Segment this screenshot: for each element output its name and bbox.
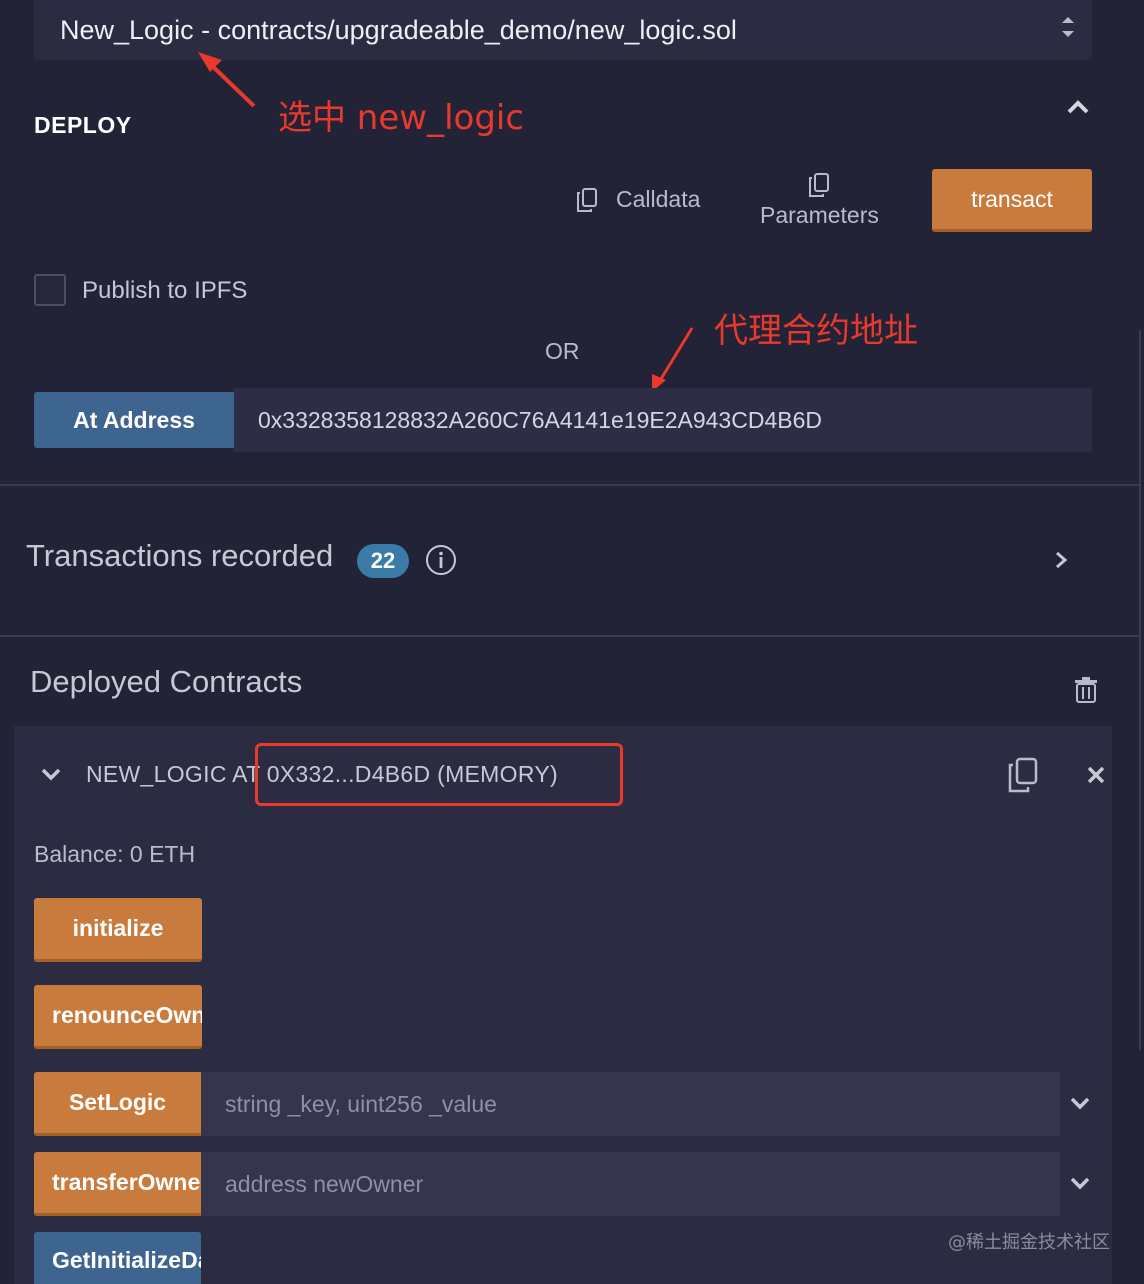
trash-icon[interactable]	[1073, 676, 1099, 704]
publish-ipfs-checkbox[interactable]	[34, 274, 66, 306]
chevron-up-icon[interactable]	[1066, 98, 1090, 116]
chevron-down-icon[interactable]	[1070, 1176, 1090, 1190]
chevron-right-icon[interactable]	[1054, 550, 1068, 570]
annotation-select-note: 选中 new_logic	[278, 98, 525, 138]
select-arrows-icon	[1062, 17, 1074, 37]
transact-button[interactable]: transact	[932, 169, 1092, 232]
contract-select[interactable]: New_Logic - contracts/upgradeable_demo/n…	[34, 0, 1092, 60]
function-initialize-button[interactable]: initialize	[34, 898, 202, 962]
parameters-label: Parameters	[760, 202, 879, 228]
annotation-proxy-note: 代理合约地址	[714, 311, 918, 351]
copy-icon	[809, 173, 830, 197]
deploy-title: DEPLOY	[34, 112, 132, 138]
calldata-button[interactable]: Calldata	[576, 186, 700, 213]
transactions-count-badge: 22	[357, 544, 409, 578]
at-address-button[interactable]: At Address	[34, 392, 234, 448]
parameters-button[interactable]: Parameters	[760, 172, 879, 229]
balance-label: Balance: 0 ETH	[34, 841, 196, 867]
function-renounce-ownership-button[interactable]: renounceOwnership	[34, 985, 202, 1049]
annotation-highlight-box	[255, 743, 623, 806]
annotation-arrow-proxy	[652, 327, 694, 392]
close-icon[interactable]	[1087, 766, 1105, 784]
transfer-ownership-args-input[interactable]: address newOwner	[201, 1152, 1060, 1216]
copy-icon	[577, 187, 597, 212]
info-icon[interactable]	[425, 544, 457, 576]
deployed-contracts-title: Deployed Contracts	[30, 664, 303, 699]
setlogic-args-input[interactable]: string _key, uint256 _value	[201, 1072, 1060, 1136]
publish-ipfs-label: Publish to IPFS	[82, 277, 248, 304]
at-address-input[interactable]	[234, 388, 1092, 452]
chevron-down-icon[interactable]	[1070, 1096, 1090, 1110]
contract-select-value: New_Logic - contracts/upgradeable_demo/n…	[60, 14, 737, 45]
or-label: OR	[545, 338, 580, 364]
transactions-title[interactable]: Transactions recorded	[26, 538, 333, 574]
copy-address-icon[interactable]	[1008, 757, 1038, 793]
function-transfer-ownership-button[interactable]: transferOwnership	[34, 1152, 201, 1216]
annotation-arrow-select	[198, 52, 256, 108]
scrollbar[interactable]	[1139, 330, 1141, 1050]
function-get-initialize-data-button[interactable]: GetInitializeData	[34, 1232, 201, 1284]
function-setlogic-button[interactable]: SetLogic	[34, 1072, 201, 1136]
calldata-label: Calldata	[616, 186, 701, 212]
watermark: @稀土掘金技术社区	[948, 1232, 1110, 1253]
divider	[0, 635, 1140, 637]
chevron-down-icon[interactable]	[40, 766, 62, 782]
divider	[0, 484, 1140, 486]
